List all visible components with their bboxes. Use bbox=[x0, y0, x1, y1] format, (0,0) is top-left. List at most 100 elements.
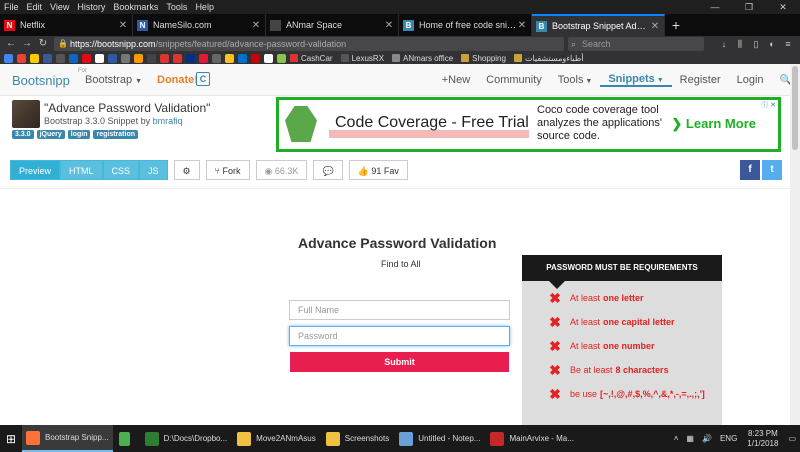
download-icon[interactable]: ↓ bbox=[716, 37, 732, 51]
browser-search-input[interactable]: ⌕ Search bbox=[568, 37, 704, 51]
comment-icon[interactable]: 💬 bbox=[313, 160, 343, 180]
taskbar-app[interactable]: MainArvixe - Ma... bbox=[486, 425, 577, 452]
menu-view[interactable]: View bbox=[46, 2, 73, 12]
tab-css[interactable]: CSS bbox=[102, 160, 140, 180]
bookmark-favicon-icon[interactable] bbox=[160, 53, 169, 63]
page-scrollbar[interactable] bbox=[790, 64, 800, 425]
bookmark-favicon-icon[interactable] bbox=[121, 53, 130, 63]
tab-preview[interactable]: Preview bbox=[10, 160, 61, 180]
bookmark-favicon-icon[interactable] bbox=[95, 53, 104, 63]
tag-pill[interactable]: jQuery bbox=[36, 130, 65, 139]
bookmark-favicon-icon[interactable] bbox=[43, 53, 52, 63]
author-link[interactable]: bmrafiq bbox=[153, 116, 183, 126]
hamburger-menu-icon[interactable]: ≡ bbox=[780, 37, 796, 51]
tag-pill[interactable]: login bbox=[67, 130, 91, 139]
bookmark-item[interactable]: ANmars office bbox=[392, 54, 453, 63]
bookmark-favicon-icon[interactable] bbox=[17, 53, 26, 63]
site-nav-link[interactable]: +New bbox=[434, 74, 478, 86]
bookmark-favicon-icon[interactable] bbox=[212, 53, 221, 63]
taskbar-app[interactable]: Screenshots bbox=[322, 425, 393, 452]
tab-html[interactable]: HTML bbox=[60, 160, 103, 180]
browser-tab[interactable]: N NameSilo.com ✕ bbox=[133, 14, 266, 36]
bookmark-item[interactable]: LexusRX bbox=[340, 54, 384, 63]
notifications-icon[interactable]: ▭ bbox=[788, 434, 796, 443]
network-icon[interactable]: ▦ bbox=[686, 434, 694, 443]
bookmark-favicon-icon[interactable] bbox=[69, 53, 78, 63]
bookmark-favicon-icon[interactable] bbox=[173, 53, 182, 63]
bookmark-favicon-icon[interactable] bbox=[4, 53, 13, 63]
bookmark-favicon-icon[interactable] bbox=[251, 53, 260, 63]
bookmark-favicon-icon[interactable] bbox=[147, 53, 156, 63]
reload-icon[interactable]: ↻ bbox=[36, 37, 50, 51]
bookmark-favicon-icon[interactable] bbox=[82, 53, 91, 63]
bookmark-favicon-icon[interactable] bbox=[264, 53, 273, 63]
forward-arrow-icon[interactable]: → bbox=[20, 37, 34, 51]
password-input[interactable]: Password bbox=[289, 326, 510, 346]
taskbar-app[interactable]: Move2ANmAsus bbox=[233, 425, 320, 452]
library-icon[interactable]: ⫼ bbox=[732, 37, 748, 51]
tab-close-icon[interactable]: ✕ bbox=[650, 21, 660, 32]
menu-tools[interactable]: Tools bbox=[162, 2, 191, 12]
bootstrap-dropdown[interactable]: Bootstrap ▼ bbox=[85, 74, 142, 86]
c-badge-icon[interactable]: C bbox=[196, 72, 210, 86]
bookmark-favicon-icon[interactable] bbox=[199, 53, 208, 63]
site-nav-link[interactable]: Snippets ▼ bbox=[600, 73, 672, 87]
submit-button[interactable]: Submit bbox=[290, 352, 509, 372]
fav-button[interactable]: 👍 91 Fav bbox=[348, 160, 408, 180]
tab-close-icon[interactable]: ✕ bbox=[517, 20, 527, 31]
minimize-button[interactable]: — bbox=[698, 0, 732, 14]
taskbar-app[interactable] bbox=[115, 425, 139, 452]
url-bar[interactable]: 🔒 https://bootsnipp.com/snippets/feature… bbox=[54, 37, 564, 51]
gear-icon[interactable]: ⚙ bbox=[173, 160, 200, 180]
menu-help[interactable]: Help bbox=[191, 2, 218, 12]
clock[interactable]: 8:23 PM 1/1/2018 bbox=[747, 429, 778, 449]
bookmark-favicon-icon[interactable] bbox=[186, 53, 195, 63]
ad-info-icon[interactable]: ⓘ ✕ bbox=[761, 100, 776, 110]
fork-button[interactable]: ⑂ Fork bbox=[205, 160, 250, 180]
facebook-icon[interactable]: f bbox=[740, 160, 760, 180]
taskbar-app[interactable]: D:\Docs\Dropbo... bbox=[141, 425, 232, 452]
browser-tab[interactable]: B Bootstrap Snippet Advance Pa…✕ bbox=[532, 14, 665, 36]
bookmark-favicon-icon[interactable] bbox=[134, 53, 143, 63]
taskbar-app[interactable]: Untitled - Notep... bbox=[395, 425, 484, 452]
tag-pill[interactable]: registration bbox=[93, 130, 138, 139]
close-window-button[interactable]: ✕ bbox=[766, 0, 800, 14]
tab-close-icon[interactable]: ✕ bbox=[384, 20, 394, 31]
learn-more-link[interactable]: ❯ Learn More bbox=[671, 116, 756, 132]
donate-link[interactable]: Donate! bbox=[157, 74, 198, 86]
bookmark-favicon-icon[interactable] bbox=[56, 53, 65, 63]
bookmark-item[interactable]: Shopping bbox=[461, 54, 506, 63]
chevron-up-icon[interactable]: ˄ bbox=[674, 434, 679, 443]
tab-close-icon[interactable]: ✕ bbox=[118, 20, 128, 31]
site-nav-link[interactable]: Tools ▼ bbox=[550, 74, 601, 86]
taskbar-app[interactable]: Bootstrap Snipp... bbox=[22, 425, 113, 452]
site-nav-link[interactable]: Community bbox=[478, 74, 550, 86]
fullname-input[interactable]: Full Name bbox=[289, 300, 510, 320]
menu-file[interactable]: File bbox=[0, 2, 23, 12]
site-brand[interactable]: Bootsnipp bbox=[12, 73, 70, 88]
new-tab-button[interactable]: + bbox=[665, 14, 687, 36]
menu-edit[interactable]: Edit bbox=[23, 2, 47, 12]
twitter-icon[interactable]: t bbox=[762, 160, 782, 180]
language-indicator[interactable]: ENG bbox=[720, 434, 737, 443]
bookmark-item[interactable]: CashCar bbox=[290, 54, 333, 63]
tag-pill[interactable]: 3.3.0 bbox=[12, 130, 34, 139]
bookmark-favicon-icon[interactable] bbox=[238, 53, 247, 63]
avatar[interactable] bbox=[12, 100, 40, 128]
bookmark-item[interactable]: أطباءومستشفيات bbox=[513, 54, 583, 63]
browser-tab[interactable]: B Home of free code snippets fo…✕ bbox=[399, 14, 532, 36]
menu-history[interactable]: History bbox=[73, 2, 109, 12]
extension-icon[interactable]: ◐ bbox=[764, 37, 780, 51]
browser-tab[interactable]: ANmar Space ✕ bbox=[266, 14, 399, 36]
back-arrow-icon[interactable]: ← bbox=[4, 37, 18, 51]
windows-start-icon[interactable]: ⊞ bbox=[0, 432, 22, 446]
ad-banner[interactable]: Code Coverage - Free Trial Coco code cov… bbox=[276, 97, 781, 152]
restore-button[interactable]: ❐ bbox=[732, 0, 766, 14]
site-nav-link[interactable]: Login bbox=[729, 74, 772, 86]
volume-icon[interactable]: 🔊 bbox=[702, 434, 712, 443]
tab-js[interactable]: JS bbox=[139, 160, 168, 180]
bookmark-favicon-icon[interactable] bbox=[225, 53, 234, 63]
bookmark-favicon-icon[interactable] bbox=[277, 53, 286, 63]
menu-bookmarks[interactable]: Bookmarks bbox=[109, 2, 162, 12]
scroll-thumb[interactable] bbox=[792, 66, 798, 150]
